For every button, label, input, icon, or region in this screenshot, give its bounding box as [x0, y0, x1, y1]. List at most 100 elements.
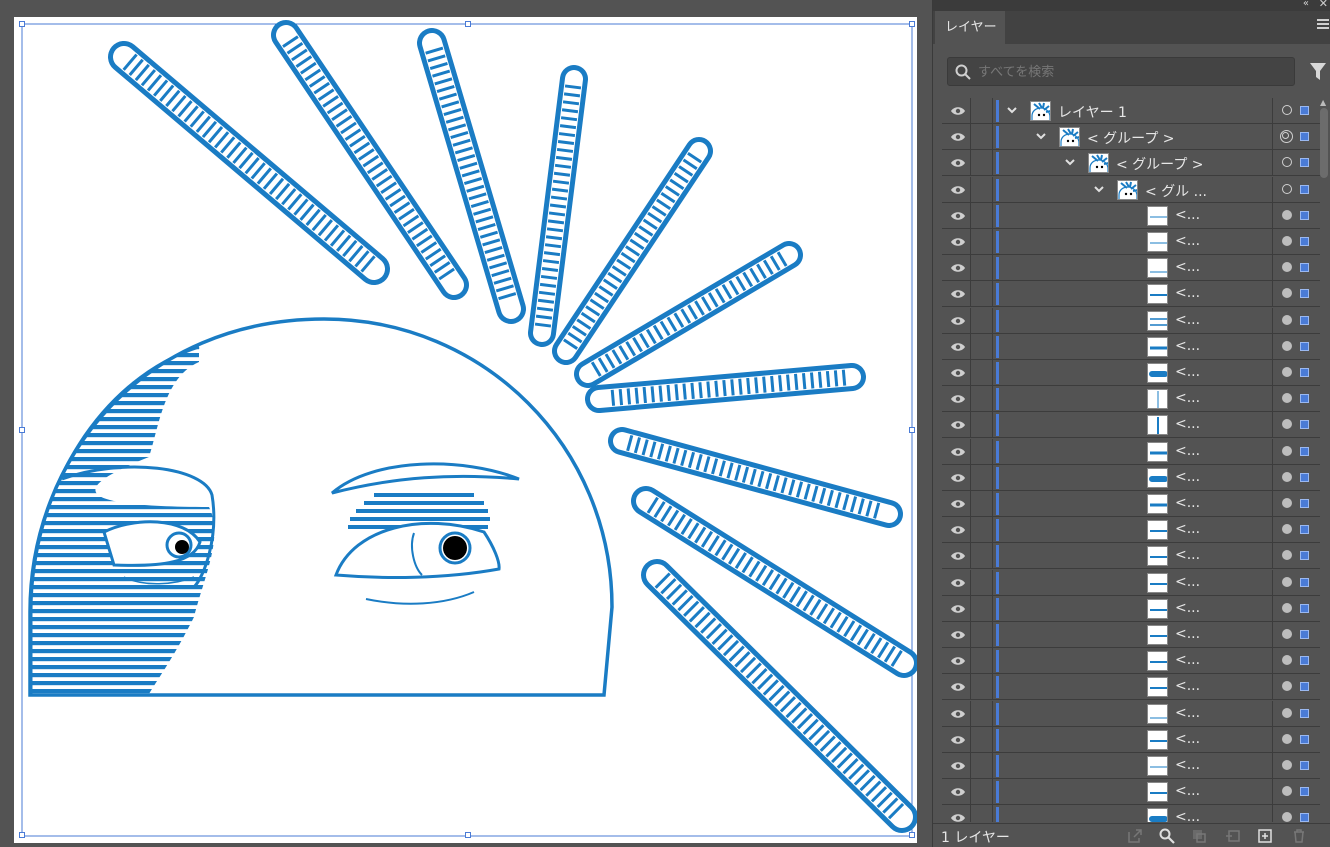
visibility-eye-icon[interactable]: [950, 630, 966, 640]
search-input[interactable]: [978, 62, 1278, 82]
layer-row[interactable]: <...: [942, 805, 1320, 822]
target-circle-icon[interactable]: [1282, 393, 1292, 404]
layers-scrollbar[interactable]: ▲: [1318, 98, 1330, 822]
selection-indicator[interactable]: [1300, 210, 1309, 220]
artboard[interactable]: [14, 17, 917, 843]
target-circle-icon[interactable]: [1282, 524, 1292, 535]
target-circle-icon[interactable]: [1282, 314, 1292, 325]
selection-indicator[interactable]: [1300, 630, 1309, 639]
layers-list[interactable]: レイヤー 1 < グループ > < グループ > < グル ... <... <... <.…: [942, 98, 1320, 822]
layer-name[interactable]: <...: [1175, 731, 1200, 747]
visibility-eye-icon[interactable]: [950, 106, 966, 116]
selection-indicator[interactable]: [1300, 499, 1309, 508]
selection-handle[interactable]: [19, 832, 25, 838]
selection-handle[interactable]: [909, 427, 915, 433]
selection-indicator[interactable]: [1300, 472, 1309, 482]
layer-row[interactable]: <...: [942, 491, 1320, 517]
layer-name[interactable]: <...: [1175, 338, 1200, 354]
filter-icon[interactable]: [1309, 62, 1327, 82]
target-circle-icon[interactable]: [1282, 419, 1292, 430]
layer-name[interactable]: <...: [1175, 285, 1200, 301]
layer-name[interactable]: <...: [1175, 809, 1200, 822]
selection-indicator[interactable]: [1300, 158, 1309, 168]
layer-row[interactable]: <...: [942, 281, 1320, 308]
target-circle-icon[interactable]: [1282, 445, 1292, 456]
layer-row[interactable]: <...: [942, 753, 1320, 779]
target-circle-icon[interactable]: [1282, 471, 1292, 482]
visibility-eye-icon[interactable]: [950, 394, 966, 404]
selection-indicator[interactable]: [1300, 708, 1309, 718]
selection-handle[interactable]: [909, 21, 915, 27]
layer-row[interactable]: <...: [942, 412, 1320, 439]
target-circle-icon[interactable]: [1282, 262, 1292, 273]
target-circle-icon[interactable]: [1282, 707, 1292, 718]
visibility-eye-icon[interactable]: [950, 525, 966, 535]
target-circle-icon[interactable]: [1282, 550, 1292, 561]
visibility-eye-icon[interactable]: [950, 735, 966, 745]
selection-indicator[interactable]: [1300, 132, 1309, 142]
layer-name[interactable]: <...: [1175, 495, 1200, 511]
layer-name[interactable]: <...: [1175, 416, 1200, 432]
selection-indicator[interactable]: [1300, 603, 1309, 613]
scroll-thumb[interactable]: [1320, 108, 1328, 178]
selection-indicator[interactable]: [1300, 525, 1309, 535]
layer-row[interactable]: <...: [942, 464, 1320, 491]
collapse-panel-icon[interactable]: «: [1303, 0, 1309, 9]
layer-row[interactable]: < グループ >: [942, 124, 1320, 151]
layer-name[interactable]: <...: [1175, 207, 1200, 223]
chevron-down-icon[interactable]: [1035, 130, 1047, 142]
layer-name[interactable]: < グル ...: [1145, 181, 1207, 201]
selection-indicator[interactable]: [1300, 813, 1309, 822]
target-circle-icon[interactable]: [1282, 629, 1292, 639]
search-box[interactable]: [947, 57, 1295, 86]
target-circle-icon[interactable]: [1282, 288, 1292, 299]
chevron-down-icon[interactable]: [1093, 183, 1105, 195]
layer-name[interactable]: <...: [1175, 390, 1200, 406]
layer-row[interactable]: <...: [942, 438, 1320, 465]
visibility-eye-icon[interactable]: [950, 342, 966, 352]
target-circle-icon[interactable]: [1282, 183, 1292, 194]
close-icon[interactable]: ✕: [1319, 0, 1328, 10]
selection-indicator[interactable]: [1300, 106, 1309, 115]
selection-indicator[interactable]: [1300, 577, 1309, 587]
target-circle-icon[interactable]: [1282, 340, 1292, 351]
layer-row[interactable]: <...: [942, 202, 1320, 229]
visibility-eye-icon[interactable]: [950, 447, 966, 457]
selection-handle[interactable]: [19, 427, 25, 433]
target-circle-icon[interactable]: [1282, 105, 1292, 115]
new-layer-icon[interactable]: [1257, 828, 1273, 844]
layer-row[interactable]: <...: [942, 648, 1320, 675]
target-circle-icon[interactable]: [1282, 498, 1292, 508]
visibility-eye-icon[interactable]: [950, 420, 966, 430]
layer-row[interactable]: <...: [942, 779, 1320, 806]
selection-indicator[interactable]: [1300, 761, 1309, 770]
selection-indicator[interactable]: [1300, 237, 1309, 246]
target-circle-icon[interactable]: [1282, 367, 1292, 377]
layer-row[interactable]: <...: [942, 386, 1320, 413]
selection-handle[interactable]: [19, 21, 25, 27]
visibility-eye-icon[interactable]: [950, 551, 966, 561]
visibility-eye-icon[interactable]: [950, 813, 966, 822]
layer-name[interactable]: <...: [1175, 469, 1200, 485]
visibility-eye-icon[interactable]: [950, 604, 966, 614]
layer-name[interactable]: <...: [1175, 574, 1200, 590]
target-circle-icon[interactable]: [1282, 733, 1292, 744]
selection-indicator[interactable]: [1300, 787, 1309, 797]
layer-row[interactable]: <...: [942, 517, 1320, 544]
visibility-eye-icon[interactable]: [950, 237, 966, 247]
export-icon[interactable]: [1127, 828, 1143, 844]
selection-indicator[interactable]: [1300, 315, 1309, 325]
layer-row[interactable]: <...: [942, 595, 1320, 622]
layer-row[interactable]: < グループ >: [942, 150, 1320, 177]
layer-row[interactable]: <...: [942, 543, 1320, 570]
target-circle-icon[interactable]: [1282, 786, 1292, 797]
layer-row[interactable]: <...: [942, 229, 1320, 255]
target-circle-icon[interactable]: [1282, 209, 1292, 220]
sun-face-artwork[interactable]: [14, 17, 917, 843]
visibility-eye-icon[interactable]: [950, 499, 966, 509]
target-circle-icon[interactable]: [1282, 236, 1292, 246]
layer-row[interactable]: レイヤー 1: [942, 98, 1320, 124]
visibility-eye-icon[interactable]: [950, 289, 966, 299]
selection-indicator[interactable]: [1300, 682, 1309, 692]
layer-row[interactable]: <...: [942, 726, 1320, 753]
